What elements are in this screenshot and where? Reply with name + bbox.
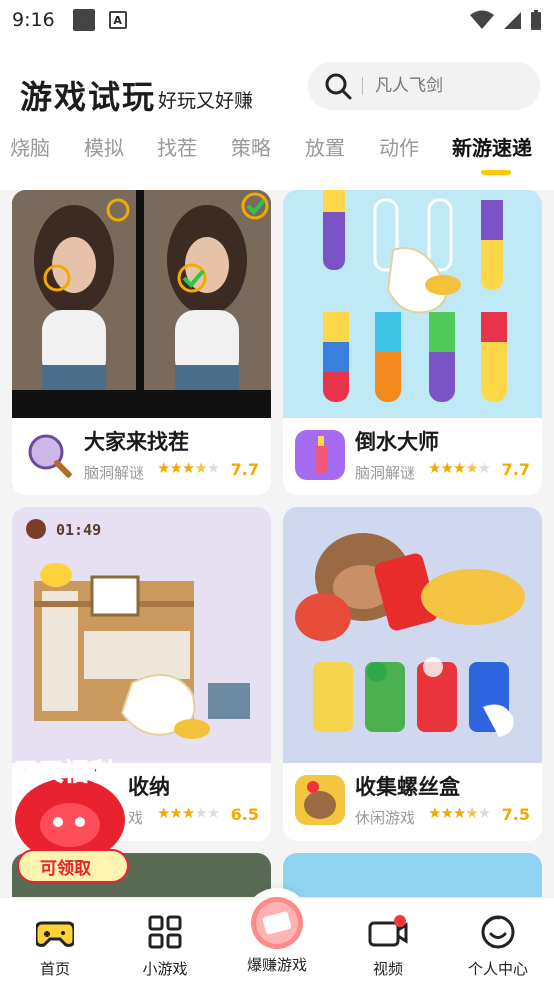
notification-icon xyxy=(72,9,95,31)
category-tabs: 烧脑 模拟 找茬 策略 放置 动作 新游速递 xyxy=(0,128,554,178)
nav-label: 爆赚游戏 xyxy=(246,956,307,974)
search-input[interactable] xyxy=(375,76,515,96)
game-category: 脑洞解谜 xyxy=(84,464,145,482)
status-time: 9:16 xyxy=(12,9,55,31)
nav-minigames[interactable]: 小游戏 xyxy=(110,912,220,979)
game-card[interactable]: 倒水大师 脑洞解谜 ★★★★★ 7.7 xyxy=(283,190,542,495)
nav-profile[interactable]: 个人中心 xyxy=(443,912,553,979)
nav-label: 视频 xyxy=(372,960,403,978)
wifi-icon xyxy=(470,10,494,29)
search-divider xyxy=(362,77,363,95)
game-name: 收集螺丝盒 xyxy=(355,775,460,799)
tab-moni[interactable]: 模拟 xyxy=(84,132,124,161)
grid-icon xyxy=(148,915,182,949)
game-category: 休闲游戏 xyxy=(355,809,416,827)
game-info: 大家来找茬 脑洞解谜 ★★★★★ 7.7 xyxy=(12,418,271,495)
nav-video[interactable]: 视频 xyxy=(333,912,443,979)
smile-icon xyxy=(481,915,515,949)
game-category: 脑洞解谜 xyxy=(355,464,416,482)
magnifier-icon xyxy=(24,430,74,480)
header: 游戏试玩 好玩又好赚 烧脑 模拟 找茬 策略 放置 动作 新游速递 xyxy=(0,40,554,190)
battery-icon xyxy=(531,10,541,30)
game-score: 7.5 xyxy=(501,805,530,824)
promo-title: 天天福利 xyxy=(14,758,114,787)
game-thumbnail: 01:49 xyxy=(12,507,271,763)
game-thumbnail xyxy=(283,190,542,418)
rating-stars: ★★★★★ xyxy=(157,804,220,822)
page-title: 游戏试玩 xyxy=(20,78,157,116)
nav-label: 个人中心 xyxy=(467,960,528,978)
water-bottle-icon xyxy=(295,430,345,480)
page-subtitle: 好玩又好赚 xyxy=(158,90,254,112)
capybara-icon xyxy=(295,775,345,825)
rating-stars: ★★★★★ xyxy=(157,459,220,477)
game-name: 倒水大师 xyxy=(355,430,439,454)
welfare-promo[interactable]: 天天福利 可领取 xyxy=(10,750,135,885)
tab-zhaocha[interactable]: 找茬 xyxy=(157,132,197,161)
tab-dongzuo[interactable]: 动作 xyxy=(379,132,419,161)
gamepad-icon xyxy=(36,921,74,947)
nav-home[interactable]: 首页 xyxy=(0,912,110,979)
tab-fangzhi[interactable]: 放置 xyxy=(305,132,345,161)
signal-icon xyxy=(504,12,521,29)
nav-earn-games[interactable]: 爆赚游戏 xyxy=(222,894,332,975)
tab-xinyousudi[interactable]: 新游速递 xyxy=(452,132,532,161)
active-tab-indicator xyxy=(481,170,511,175)
game-score: 6.5 xyxy=(230,805,259,824)
tab-shaonao[interactable]: 烧脑 xyxy=(10,132,50,161)
search-icon[interactable] xyxy=(324,72,352,100)
game-info: 收集螺丝盒 休闲游戏 ★★★★★ 7.5 xyxy=(283,763,542,841)
rating-stars: ★★★★★ xyxy=(428,804,491,822)
promo-claim-button[interactable]: 可领取 xyxy=(40,854,91,879)
search-box[interactable] xyxy=(308,62,540,110)
tab-celue[interactable]: 策略 xyxy=(231,132,271,161)
game-card[interactable]: 大家来找茬 脑洞解谜 ★★★★★ 7.7 xyxy=(12,190,271,495)
game-name: 大家来找茬 xyxy=(84,430,189,454)
money-icon xyxy=(251,897,303,949)
game-score: 7.7 xyxy=(230,460,259,479)
status-bar: 9:16 A xyxy=(0,0,554,40)
game-score: 7.7 xyxy=(501,460,530,479)
bottom-nav: 首页 小游戏 爆赚游戏 视频 个人中心 xyxy=(0,897,554,985)
rating-stars: ★★★★★ xyxy=(428,459,491,477)
game-thumbnail xyxy=(283,507,542,763)
nav-label: 小游戏 xyxy=(142,960,188,978)
app-notification-icon: A xyxy=(108,11,127,29)
game-info: 倒水大师 脑洞解谜 ★★★★★ 7.7 xyxy=(283,418,542,495)
video-icon xyxy=(368,915,408,947)
game-timer: 01:49 xyxy=(56,521,101,539)
game-card[interactable]: 收集螺丝盒 休闲游戏 ★★★★★ 7.5 xyxy=(283,507,542,841)
nav-label: 首页 xyxy=(39,960,70,978)
game-thumbnail xyxy=(12,190,271,418)
